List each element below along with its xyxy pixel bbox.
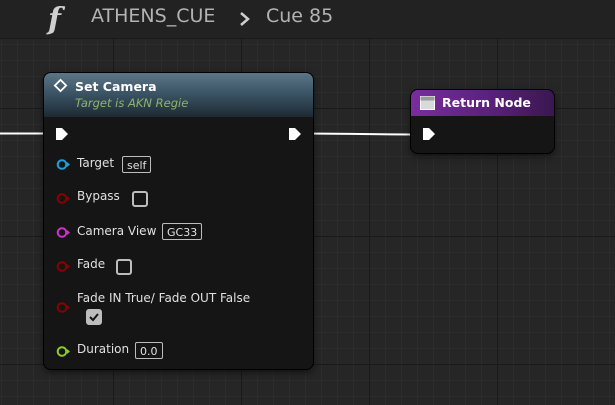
- return-node-header[interactable]: Return Node: [411, 90, 554, 116]
- duration-float-pin[interactable]: [56, 345, 71, 358]
- exec-wire-out: [299, 132, 423, 136]
- exec-in-pin[interactable]: [55, 127, 69, 141]
- fade-bool-pin[interactable]: [56, 260, 71, 273]
- function-diamond-icon: [53, 78, 68, 93]
- camera-view-pin-label: Camera View: [77, 224, 157, 238]
- camera-view-name-pin[interactable]: [56, 226, 71, 239]
- target-value-field[interactable]: self: [122, 156, 152, 173]
- set-camera-node[interactable]: Set Camera Target is AKN Regie Target se…: [44, 73, 313, 369]
- bypass-pin-label: Bypass: [77, 189, 120, 203]
- fade-in-out-checkbox[interactable]: [86, 309, 102, 325]
- fade-checkbox[interactable]: [116, 259, 132, 275]
- checkmark-icon: [89, 313, 99, 322]
- duration-pin-label: Duration: [77, 342, 130, 356]
- return-node[interactable]: Return Node: [411, 90, 554, 153]
- exec-out-pin[interactable]: [288, 127, 302, 141]
- camera-view-value-field[interactable]: GC33: [162, 223, 203, 240]
- bypass-checkbox[interactable]: [132, 191, 148, 207]
- target-object-pin[interactable]: [56, 158, 71, 171]
- fade-in-out-bool-pin[interactable]: [56, 301, 71, 314]
- set-camera-subtitle: Target is AKN Regie: [75, 96, 189, 110]
- fade-in-out-pin-label: Fade IN True/ Fade OUT False: [77, 291, 251, 305]
- bypass-bool-pin[interactable]: [56, 192, 71, 205]
- return-node-title: Return Node: [442, 95, 531, 110]
- target-pin-label: Target: [77, 156, 115, 170]
- fade-pin-label: Fade: [77, 257, 106, 271]
- return-node-icon: [420, 96, 435, 110]
- duration-value-field[interactable]: 0.0: [135, 342, 163, 359]
- set-camera-header[interactable]: Set Camera Target is AKN Regie: [44, 73, 313, 117]
- set-camera-title: Set Camera: [75, 79, 157, 94]
- return-exec-in-pin[interactable]: [422, 127, 436, 141]
